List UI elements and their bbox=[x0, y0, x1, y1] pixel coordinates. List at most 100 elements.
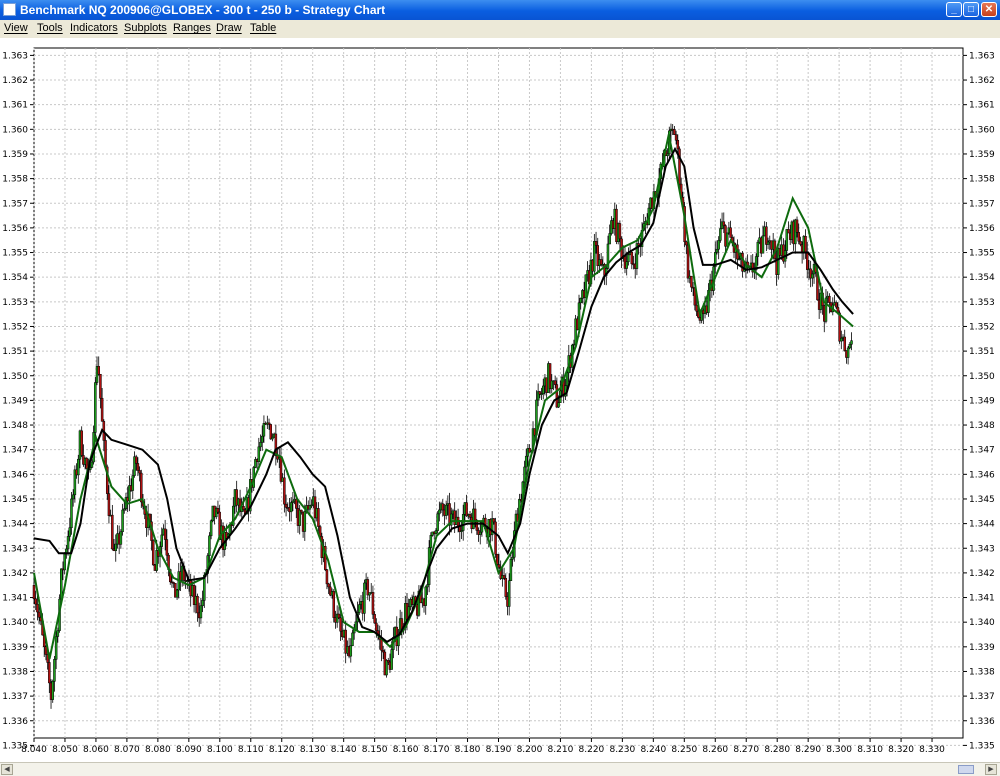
y-tick-label-right: 1.335 bbox=[969, 741, 995, 751]
candle-up bbox=[511, 556, 514, 560]
candle-down bbox=[695, 304, 698, 312]
x-tick-label: 8.320 bbox=[888, 745, 914, 755]
candle-up bbox=[68, 527, 72, 537]
minimize-button[interactable]: _ bbox=[946, 2, 962, 17]
scroll-thumb[interactable] bbox=[958, 765, 974, 774]
menu-ranges[interactable]: Ranges bbox=[173, 22, 211, 34]
candle-down bbox=[151, 540, 155, 566]
x-tick-label: 8.050 bbox=[52, 745, 78, 755]
x-tick-label: 8.240 bbox=[640, 745, 666, 755]
candle-up bbox=[478, 531, 482, 535]
x-tick-label: 8.120 bbox=[269, 745, 295, 755]
x-tick-label: 8.260 bbox=[702, 745, 728, 755]
candle-up bbox=[257, 446, 261, 462]
candle-down bbox=[618, 223, 622, 240]
candle-up bbox=[349, 645, 353, 657]
candle-up bbox=[666, 153, 669, 156]
candle-down bbox=[804, 236, 807, 253]
candle-up bbox=[424, 586, 427, 606]
candle-down bbox=[100, 397, 104, 422]
menu-view[interactable]: View bbox=[4, 22, 28, 34]
candle-down bbox=[468, 514, 472, 518]
candle-up bbox=[715, 248, 719, 253]
candle-down bbox=[373, 614, 376, 624]
candle-down bbox=[828, 295, 831, 303]
candle-up bbox=[608, 233, 611, 245]
maximize-button[interactable]: □ bbox=[963, 2, 979, 17]
candle-down bbox=[599, 259, 603, 265]
candle-down bbox=[787, 229, 790, 234]
candle-up bbox=[121, 509, 124, 533]
candle-up bbox=[461, 514, 465, 531]
candle-down bbox=[138, 470, 141, 474]
y-tick-label-right: 1.345 bbox=[969, 495, 995, 505]
y-tick-label-left: 1.361 bbox=[2, 101, 28, 111]
y-tick-label-left: 1.350 bbox=[2, 372, 28, 382]
candle-up bbox=[429, 535, 433, 548]
candle-up bbox=[557, 402, 560, 408]
candle-up bbox=[363, 582, 366, 614]
y-tick-label-left: 1.349 bbox=[2, 396, 28, 406]
candle-down bbox=[502, 575, 506, 579]
candle-up bbox=[811, 273, 814, 279]
window-titlebar: Benchmark NQ 200906@GLOBEX - 300 t - 250… bbox=[0, 0, 1000, 20]
y-tick-label-right: 1.342 bbox=[969, 569, 995, 579]
y-tick-label-left: 1.345 bbox=[2, 495, 28, 505]
y-tick-label-left: 1.352 bbox=[2, 322, 28, 332]
x-tick-label: 8.130 bbox=[300, 745, 326, 755]
y-tick-label-right: 1.351 bbox=[969, 347, 995, 357]
close-button[interactable]: ✕ bbox=[981, 2, 997, 17]
candle-down bbox=[492, 518, 496, 523]
candle-down bbox=[494, 521, 497, 555]
y-tick-label-right: 1.353 bbox=[969, 298, 995, 308]
candle-down bbox=[107, 493, 111, 516]
price-chart[interactable]: 1.363 1.363 1.362 1.362 1.361 1.361 1.360 1.360… bbox=[0, 38, 1000, 762]
x-tick-label: 8.060 bbox=[83, 745, 109, 755]
candle-down bbox=[269, 424, 272, 440]
candle-up bbox=[260, 435, 264, 443]
scroll-right-arrow[interactable]: ▶ bbox=[985, 764, 997, 775]
menu-table[interactable]: Table bbox=[250, 22, 276, 34]
candle-down bbox=[134, 456, 138, 464]
candle-up bbox=[131, 475, 135, 491]
y-tick-label-right: 1.352 bbox=[969, 322, 995, 332]
y-tick-label-right: 1.343 bbox=[969, 544, 995, 554]
y-tick-label-left: 1.356 bbox=[2, 224, 28, 234]
candle-up bbox=[358, 604, 361, 613]
y-tick-label-left: 1.360 bbox=[2, 125, 28, 135]
candle-up bbox=[259, 442, 262, 448]
x-tick-label: 8.250 bbox=[671, 745, 697, 755]
y-tick-label-right: 1.347 bbox=[969, 446, 995, 456]
candle-down bbox=[295, 498, 298, 509]
candle-down bbox=[795, 219, 799, 233]
x-tick-label: 8.170 bbox=[424, 745, 450, 755]
candle-down bbox=[594, 241, 598, 246]
x-tick-label: 8.330 bbox=[919, 745, 945, 755]
y-tick-label-left: 1.363 bbox=[2, 51, 28, 61]
horizontal-scrollbar[interactable]: ◀ ▶ bbox=[0, 762, 1000, 776]
candle-down bbox=[32, 584, 36, 600]
candle-down bbox=[337, 613, 341, 619]
y-tick-label-right: 1.355 bbox=[969, 249, 995, 259]
candle-up bbox=[579, 298, 582, 304]
candle-up bbox=[70, 498, 73, 529]
x-tick-label: 8.270 bbox=[733, 745, 759, 755]
y-tick-label-left: 1.359 bbox=[2, 150, 28, 160]
candle-down bbox=[685, 241, 688, 246]
menu-indicators[interactable]: Indicators bbox=[70, 22, 118, 34]
candle-up bbox=[848, 343, 852, 349]
candle-down bbox=[136, 463, 140, 471]
candle-up bbox=[53, 659, 56, 682]
candle-down bbox=[37, 611, 41, 618]
chart-area[interactable]: 1.363 1.363 1.362 1.362 1.361 1.361 1.360 1.360… bbox=[0, 38, 1000, 762]
scroll-left-arrow[interactable]: ◀ bbox=[1, 764, 13, 775]
candle-up bbox=[444, 504, 448, 516]
menu-subplots[interactable]: Subplots bbox=[124, 22, 167, 34]
y-tick-label-left: 1.355 bbox=[2, 249, 28, 259]
menu-draw[interactable]: Draw bbox=[216, 22, 242, 34]
menu-tools[interactable]: Tools bbox=[37, 22, 63, 34]
candle-down bbox=[834, 302, 838, 308]
candle-up bbox=[523, 466, 526, 483]
candle-down bbox=[165, 539, 169, 556]
y-tick-label-right: 1.358 bbox=[969, 175, 995, 185]
